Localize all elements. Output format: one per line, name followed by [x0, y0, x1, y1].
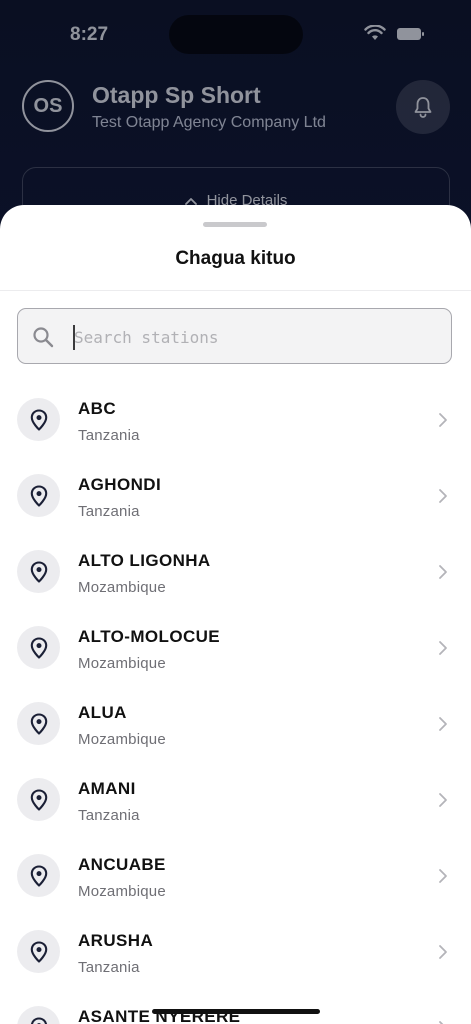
station-name: ARUSHA: [78, 931, 154, 950]
chevron-right-icon: [439, 489, 447, 503]
chevron-right-icon: [439, 945, 447, 959]
map-pin-icon: [30, 788, 47, 811]
station-row[interactable]: ANCUABE Mozambique: [0, 843, 471, 919]
battery-icon: [397, 28, 424, 40]
chevron-right-icon: [439, 641, 447, 655]
user-name: Otapp Sp Short: [92, 82, 261, 108]
chevron-up-icon: [184, 197, 197, 205]
station-row[interactable]: ALTO LIGONHA Mozambique: [0, 539, 471, 615]
station-picker-sheet: Chagua kituo ABC Tanzania AGHONDI: [0, 205, 471, 1024]
company-name: Test Otapp Agency Company Ltd: [92, 114, 326, 131]
station-pin-badge: [17, 474, 60, 517]
sheet-grabber[interactable]: [203, 222, 267, 227]
chevron-right-icon: [439, 565, 447, 579]
bell-icon: [414, 97, 432, 118]
sheet-title: Chagua kituo: [175, 248, 296, 269]
search-box[interactable]: [17, 308, 452, 364]
avatar-initials: OS: [33, 94, 63, 117]
station-name: AMANI: [78, 779, 136, 798]
map-pin-icon: [30, 636, 47, 659]
station-pin-badge: [17, 626, 60, 669]
station-country: Tanzania: [78, 503, 140, 520]
home-indicator[interactable]: [152, 1009, 320, 1014]
avatar[interactable]: OS: [22, 80, 74, 132]
sheet-divider: [0, 290, 471, 291]
station-country: Tanzania: [78, 427, 140, 444]
station-pin-badge: [17, 778, 60, 821]
station-name: AGHONDI: [78, 475, 162, 494]
station-name: ALUA: [78, 703, 127, 722]
station-name: ALTO LIGONHA: [78, 551, 211, 570]
station-country: Mozambique: [78, 655, 166, 672]
station-row[interactable]: ALUA Mozambique: [0, 691, 471, 767]
station-pin-badge: [17, 854, 60, 897]
map-pin-icon: [30, 560, 47, 583]
map-pin-icon: [30, 940, 47, 963]
map-pin-icon: [30, 864, 47, 887]
station-row[interactable]: AGHONDI Tanzania: [0, 463, 471, 539]
station-country: Mozambique: [78, 731, 166, 748]
chevron-right-icon: [439, 1021, 444, 1024]
map-pin-icon: [30, 712, 47, 735]
notifications-button[interactable]: [396, 80, 450, 134]
search-icon: [33, 327, 54, 348]
station-pin-badge: [17, 398, 60, 441]
wifi-icon: [364, 25, 386, 40]
station-row[interactable]: ABC Tanzania: [0, 387, 471, 463]
station-country: Mozambique: [78, 883, 166, 900]
status-time: 8:27: [70, 24, 109, 45]
map-pin-icon: [30, 1016, 47, 1024]
station-country: Mozambique: [78, 579, 166, 596]
station-pin-badge: [17, 1006, 60, 1024]
app-header: OS Otapp Sp Short Test Otapp Agency Comp…: [0, 78, 471, 138]
station-country: Tanzania: [78, 807, 140, 824]
station-row[interactable]: ALTO-MOLOCUE Mozambique: [0, 615, 471, 691]
station-row[interactable]: AMANI Tanzania: [0, 767, 471, 843]
map-pin-icon: [30, 484, 47, 507]
dynamic-island: [169, 15, 303, 54]
chevron-right-icon: [439, 793, 447, 807]
chevron-right-icon: [439, 717, 447, 731]
chevron-right-icon: [439, 869, 447, 883]
station-pin-badge: [17, 702, 60, 745]
station-name: ANCUABE: [78, 855, 166, 874]
map-pin-icon: [30, 408, 47, 431]
station-country: Tanzania: [78, 959, 140, 976]
search-input[interactable]: [74, 322, 434, 352]
station-pin-badge: [17, 930, 60, 973]
station-list: ABC Tanzania AGHONDI Tanzania ALTO LIGON…: [0, 387, 471, 1024]
station-name: ALTO-MOLOCUE: [78, 627, 221, 646]
station-name: ABC: [78, 399, 117, 418]
station-row[interactable]: ARUSHA Tanzania: [0, 919, 471, 995]
station-pin-badge: [17, 550, 60, 593]
status-bar: 8:27: [0, 0, 471, 60]
chevron-right-icon: [439, 413, 447, 427]
